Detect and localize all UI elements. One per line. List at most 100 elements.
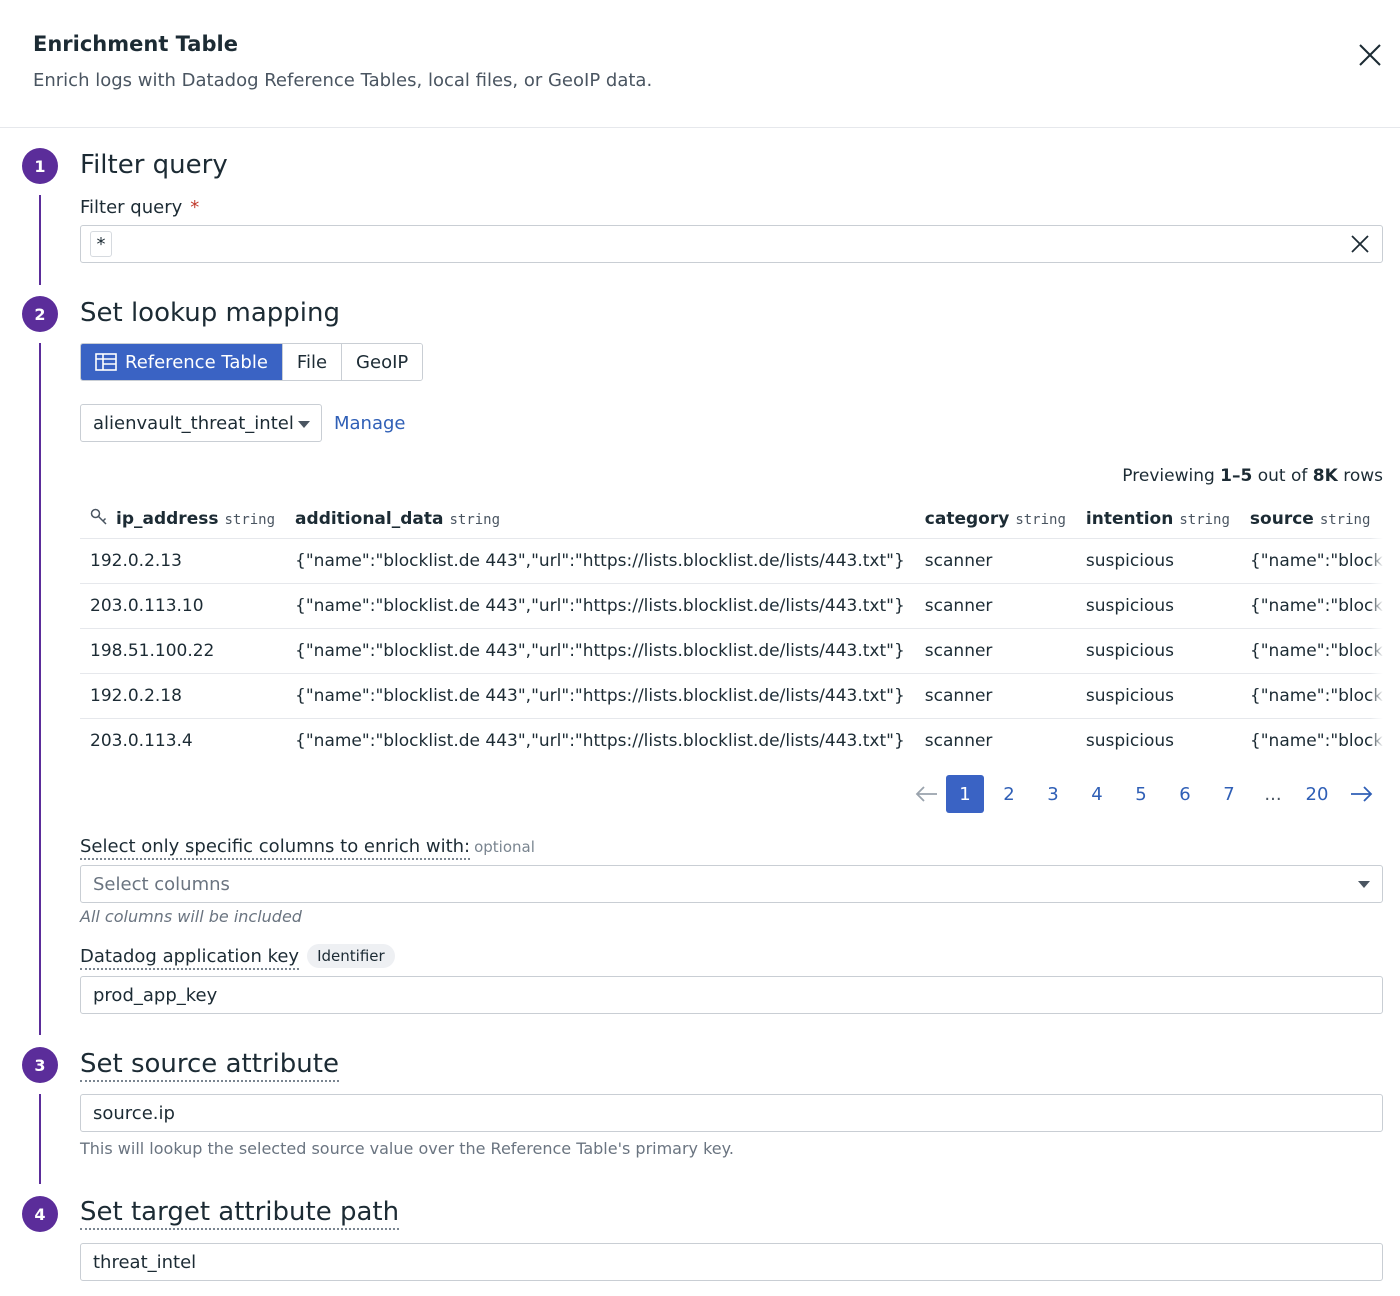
column-name: ip_address	[116, 509, 219, 530]
modal-title: Enrichment Table	[33, 32, 238, 56]
app-key-value: prod_app_key	[93, 984, 218, 1006]
preview-table: ip_address string additional_data string c…	[80, 500, 1383, 763]
cell-source: {"name":"blocklist.de	[1239, 583, 1383, 629]
step-title-text: Set target attribute path	[80, 1197, 400, 1230]
identifier-badge: Identifier	[307, 944, 395, 968]
cell-ip-address: 192.0.2.18	[80, 673, 286, 719]
source-attribute-value: source.ip	[93, 1102, 175, 1124]
cell-additional-data: {"name":"blocklist.de 443","url":"https:…	[285, 538, 915, 584]
cell-intention: suspicious	[1075, 538, 1240, 584]
cell-ip-address: 192.0.2.13	[80, 538, 286, 584]
filter-query-label-text: Filter query	[80, 197, 183, 218]
cell-ip-address: 203.0.113.10	[80, 583, 286, 629]
next-page-button[interactable]	[1342, 775, 1380, 813]
target-attribute-input[interactable]: threat_intel	[80, 1243, 1383, 1281]
page-button-2[interactable]: 2	[990, 775, 1028, 813]
lookup-type-tabs: Reference Table File GeoIP	[80, 343, 424, 381]
column-name: intention	[1085, 508, 1174, 529]
query-chip[interactable]: *	[90, 231, 112, 257]
preview-table-scroll[interactable]: ip_address string additional_data string c…	[80, 500, 1383, 766]
step-number-4: 4	[22, 1196, 58, 1232]
step-title-source-attribute: Set source attribute	[80, 1049, 339, 1082]
tab-label: File	[296, 351, 328, 373]
arrow-right-icon	[1351, 786, 1373, 802]
cell-additional-data: {"name":"blocklist.de 443","url":"https:…	[285, 628, 915, 674]
step-number-1: 1	[22, 148, 58, 184]
tab-label: GeoIP	[356, 351, 409, 373]
page-button-6[interactable]: 6	[1166, 775, 1204, 813]
cell-source: {"name":"blocklist.de	[1249, 730, 1383, 751]
column-name: additional_data	[295, 508, 444, 529]
table-row: 192.0.2.13 {"name":"blocklist.de 443","u…	[80, 538, 1383, 584]
column-type: string	[449, 511, 501, 528]
close-icon[interactable]	[1355, 40, 1385, 70]
key-icon	[90, 509, 107, 525]
modal-subtitle: Enrich logs with Datadog Reference Table…	[33, 70, 653, 91]
modal-header: Enrichment Table Enrich logs with Datado…	[0, 0, 1400, 128]
filter-query-input[interactable]: *	[80, 225, 1383, 263]
table-row: 203.0.113.4 {"name":"blocklist.de 443","…	[80, 718, 1383, 763]
tab-file[interactable]: File	[282, 344, 343, 380]
app-key-label-text: Datadog application key	[80, 946, 300, 970]
tab-geoip[interactable]: GeoIP	[342, 344, 423, 380]
column-header-category: category string	[914, 500, 1076, 539]
page-button-5[interactable]: 5	[1122, 775, 1160, 813]
required-marker: *	[190, 197, 200, 218]
cell-additional-data: {"name":"blocklist.de 443","url":"https:…	[285, 673, 915, 719]
page-ellipsis: ...	[1264, 783, 1282, 805]
cell-ip-address: 203.0.113.4	[90, 730, 193, 751]
cell-category: scanner	[914, 628, 1076, 674]
column-header-intention: intention string	[1075, 500, 1240, 539]
cell-intention: suspicious	[1075, 583, 1240, 629]
table-row: 203.0.113.10 {"name":"blocklist.de 443",…	[80, 583, 1383, 629]
step-title-text: Set source attribute	[80, 1049, 339, 1082]
chevron-down-icon	[1358, 881, 1370, 888]
cell-intention: suspicious	[1075, 673, 1240, 719]
cell-ip-address: 198.51.100.22	[80, 628, 286, 674]
columns-select[interactable]: Select columns	[80, 865, 1383, 903]
selected-table: alienvault_threat_intel	[93, 412, 294, 434]
page-button-3[interactable]: 3	[1034, 775, 1072, 813]
reference-table-select[interactable]: alienvault_threat_intel	[80, 404, 322, 442]
clear-icon[interactable]	[1350, 234, 1370, 254]
step-title-filter-query: Filter query	[80, 150, 228, 180]
column-type: string	[224, 512, 276, 529]
tab-label: Reference Table	[125, 351, 268, 373]
source-attribute-hint: This will lookup the selected source val…	[80, 1139, 734, 1158]
column-type: string	[1319, 511, 1371, 528]
cell-category: scanner	[914, 538, 1076, 584]
page-button-7[interactable]: 7	[1210, 775, 1248, 813]
step-connector	[39, 1094, 41, 1184]
cell-category: scanner	[914, 673, 1076, 719]
step-number-2: 2	[22, 296, 58, 332]
preview-prefix: Previewing	[1122, 466, 1221, 486]
column-type: string	[1015, 511, 1066, 528]
step-connector	[39, 343, 41, 1035]
target-attribute-value: threat_intel	[93, 1251, 197, 1273]
preview-count: Previewing 1–5 out of 8K rows	[1122, 466, 1383, 486]
source-attribute-input[interactable]: source.ip	[80, 1094, 1383, 1132]
column-header-additional-data: additional_data string	[285, 500, 915, 539]
cell-source: {"name":"blocklist.de	[1239, 628, 1383, 674]
step-number-3: 3	[22, 1047, 58, 1083]
table-header-row: ip_address string additional_data string c…	[80, 500, 1383, 539]
manage-link[interactable]: Manage	[334, 413, 406, 434]
prev-page-button[interactable]	[908, 775, 946, 813]
page-button-20[interactable]: 20	[1298, 775, 1336, 813]
tab-reference-table[interactable]: Reference Table	[81, 344, 283, 380]
cell-source: {"name":"blocklist.de	[1239, 673, 1383, 719]
columns-select-placeholder: Select columns	[93, 873, 230, 895]
cell-additional-data: {"name":"blocklist.de 443","url":"https:…	[295, 730, 905, 751]
chevron-down-icon	[298, 421, 310, 428]
table-row: 198.51.100.22 {"name":"blocklist.de 443"…	[80, 628, 1383, 674]
step-title-lookup-mapping: Set lookup mapping	[80, 298, 340, 328]
preview-middle: out of	[1252, 466, 1313, 486]
arrow-left-icon	[915, 786, 937, 802]
cell-intention: suspicious	[1075, 628, 1240, 674]
page-button-1[interactable]: 1	[946, 775, 984, 813]
columns-hint: All columns will be included	[80, 907, 302, 926]
app-key-input[interactable]: prod_app_key	[80, 976, 1383, 1014]
column-header-source: source string	[1239, 500, 1383, 539]
page-button-4[interactable]: 4	[1078, 775, 1116, 813]
column-name: source	[1249, 508, 1314, 529]
